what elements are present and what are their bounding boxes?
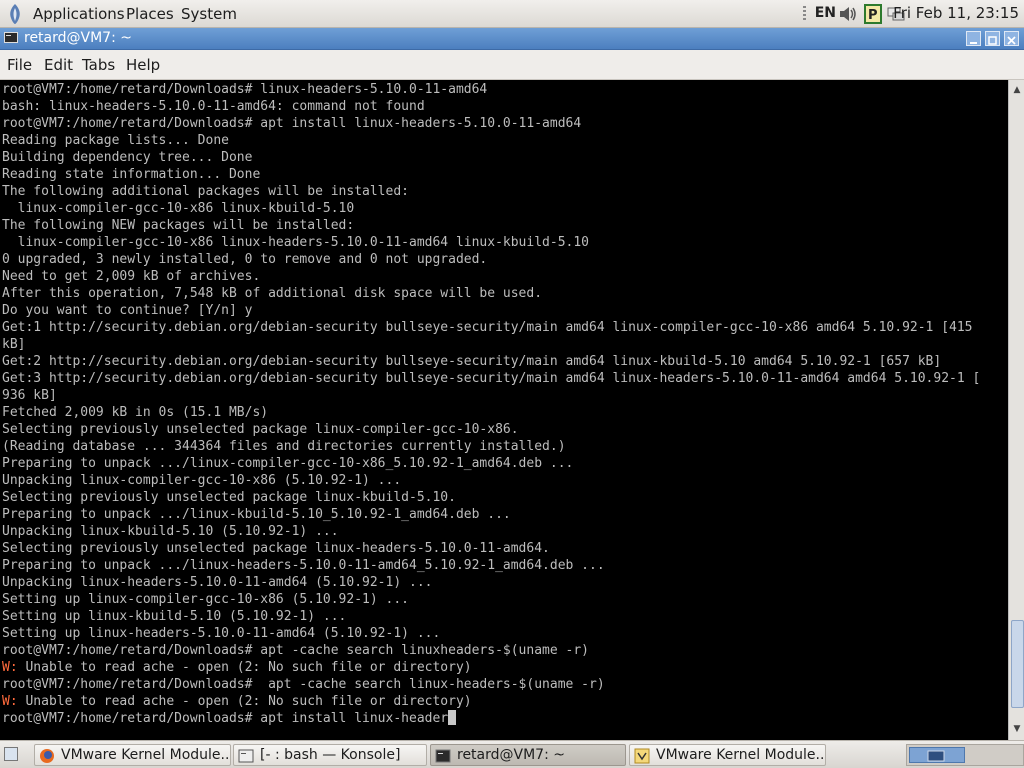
menu-edit[interactable]: Edit: [44, 56, 73, 74]
terminal-line: linux-compiler-gcc-10-x86 linux-headers-…: [2, 235, 589, 250]
task-label: retard@VM7: ~: [457, 747, 565, 763]
terminal-line: 0 upgraded, 3 newly installed, 0 to remo…: [2, 252, 488, 267]
clipboard-manager-icon[interactable]: P: [864, 4, 882, 24]
top-panel: Applications Places System EN P Fri Feb …: [0, 0, 1024, 28]
terminal-line-text: Unable to read ache - open (2: No such f…: [17, 694, 472, 709]
show-desktop-button[interactable]: [4, 747, 18, 761]
terminal-line: Preparing to unpack .../linux-kbuild-5.1…: [2, 507, 511, 522]
task-label: VMware Kernel Module...: [61, 747, 231, 763]
terminal-line: Unpacking linux-compiler-gcc-10-x86 (5.1…: [2, 473, 402, 488]
terminal-line: The following NEW packages will be insta…: [2, 218, 355, 233]
terminal-line: bash: linux-headers-5.10.0-11-amd64: com…: [2, 99, 425, 114]
terminal-line: Preparing to unpack .../linux-headers-5.…: [2, 558, 605, 573]
warning-prefix: W:: [2, 660, 18, 675]
menu-tabs[interactable]: Tabs: [82, 56, 115, 74]
applications-menu[interactable]: Applications: [33, 5, 125, 23]
keyboard-layout-indicator[interactable]: EN: [815, 5, 836, 25]
terminal-line: Selecting previously unselected package …: [2, 422, 519, 437]
bottom-taskbar: VMware Kernel Module... [- : bash — Kons…: [0, 740, 1024, 768]
maximize-icon: [988, 36, 997, 45]
terminal-scrollbar[interactable]: ▲ ▼: [1008, 80, 1024, 740]
terminal-line: root@VM7:/home/retard/Downloads# apt ins…: [2, 116, 582, 131]
terminal-line: Unpacking linux-headers-5.10.0-11-amd64 …: [2, 575, 433, 590]
places-menu[interactable]: Places: [126, 5, 174, 23]
minimize-icon: [970, 42, 977, 44]
scrollbar-thumb[interactable]: [1011, 620, 1024, 708]
task-button-konsole[interactable]: [- : bash — Konsole]: [233, 744, 427, 766]
terminal-line: After this operation, 7,548 kB of additi…: [2, 286, 543, 301]
terminal-lines: root@VM7:/home/retard/Downloads# linux-h…: [2, 81, 980, 727]
firefox-icon: [40, 749, 54, 763]
debian-foot-icon[interactable]: [5, 3, 25, 25]
task-button-vmware-firefox[interactable]: VMware Kernel Module...: [34, 744, 231, 766]
terminal-line: Get:2 http://security.debian.org/debian-…: [2, 354, 942, 369]
terminal-line: W: Unable to read ache - open (2: No suc…: [2, 659, 980, 676]
task-button-terminal[interactable]: retard@VM7: ~: [430, 744, 626, 766]
vmware-icon: [634, 748, 650, 764]
terminal-line: Get:1 http://security.debian.org/debian-…: [2, 320, 973, 335]
terminal-line: Preparing to unpack .../linux-compiler-g…: [2, 456, 574, 471]
terminal-line: Need to get 2,009 kB of archives.: [2, 269, 261, 284]
task-label: [- : bash — Konsole]: [260, 747, 401, 763]
terminal-line: Selecting previously unselected package …: [2, 490, 456, 505]
panel-handle-icon[interactable]: [802, 4, 808, 24]
terminal-line: Fetched 2,009 kB in 0s (15.1 MB/s): [2, 405, 269, 420]
terminal-line: (Reading database ... 344364 files and d…: [2, 439, 566, 454]
terminal-icon: [435, 749, 451, 763]
terminal-line: Setting up linux-compiler-gcc-10-x86 (5.…: [2, 592, 409, 607]
warning-prefix: W:: [2, 694, 18, 709]
konsole-icon: [238, 749, 254, 763]
terminal-line: Reading package lists... Done: [2, 133, 229, 148]
terminal-line-text: root@VM7:/home/retard/Downloads# apt ins…: [2, 711, 449, 726]
terminal-line: root@VM7:/home/retard/Downloads# apt -ca…: [2, 643, 589, 658]
terminal-line: Selecting previously unselected package …: [2, 541, 550, 556]
workspace-window-icon: [927, 750, 945, 762]
terminal-line: kB]: [2, 337, 26, 352]
terminal-line: Unpacking linux-kbuild-5.10 (5.10.92-1) …: [2, 524, 339, 539]
terminal-line: root@VM7:/home/retard/Downloads# apt -ca…: [2, 677, 605, 692]
svg-text:P: P: [868, 8, 878, 23]
terminal-line: W: Unable to read ache - open (2: No suc…: [2, 693, 980, 710]
menubar: File Edit Tabs Help: [0, 50, 1024, 80]
terminal-line: Do you want to continue? [Y/n] y: [2, 303, 253, 318]
terminal-line: Building dependency tree... Done: [2, 150, 253, 165]
terminal-line: Reading state information... Done: [2, 167, 261, 182]
terminal-block-cursor: [448, 710, 457, 725]
task-label: VMware Kernel Module...: [656, 747, 826, 763]
terminal-line-text: Unable to read ache - open (2: No such f…: [17, 660, 472, 675]
scroll-up-arrow-icon[interactable]: ▲: [1010, 82, 1024, 98]
minimize-button[interactable]: [966, 31, 981, 46]
volume-icon[interactable]: [838, 4, 858, 24]
terminal-output[interactable]: root@VM7:/home/retard/Downloads# linux-h…: [0, 80, 1008, 740]
close-icon: [1007, 36, 1016, 45]
maximize-button[interactable]: [985, 31, 1000, 46]
terminal-line: 936 kB]: [2, 388, 57, 403]
workspace-switcher[interactable]: [906, 744, 1024, 766]
terminal-line: Setting up linux-headers-5.10.0-11-amd64…: [2, 626, 441, 641]
terminal-icon: [4, 32, 18, 43]
task-button-vmware-browser[interactable]: VMware Kernel Module...: [629, 744, 826, 766]
terminal-line: Setting up linux-kbuild-5.10 (5.10.92-1)…: [2, 609, 347, 624]
terminal-line: linux-compiler-gcc-10-x86 linux-kbuild-5…: [2, 201, 355, 216]
terminal-line: root@VM7:/home/retard/Downloads# apt ins…: [2, 710, 980, 727]
system-menu[interactable]: System: [181, 5, 237, 23]
window-titlebar[interactable]: retard@VM7: ~: [0, 28, 1024, 50]
scroll-down-arrow-icon[interactable]: ▼: [1010, 721, 1024, 737]
menu-help[interactable]: Help: [126, 56, 160, 74]
terminal-line: root@VM7:/home/retard/Downloads# linux-h…: [2, 82, 488, 97]
workspace-1[interactable]: [909, 747, 965, 763]
close-button[interactable]: [1004, 31, 1019, 46]
terminal-line: The following additional packages will b…: [2, 184, 409, 199]
window-title: retard@VM7: ~: [24, 30, 132, 46]
terminal-line: Get:3 http://security.debian.org/debian-…: [2, 371, 981, 386]
panel-clock[interactable]: Fri Feb 11, 23:15: [893, 4, 1019, 22]
menu-file[interactable]: File: [7, 56, 32, 74]
